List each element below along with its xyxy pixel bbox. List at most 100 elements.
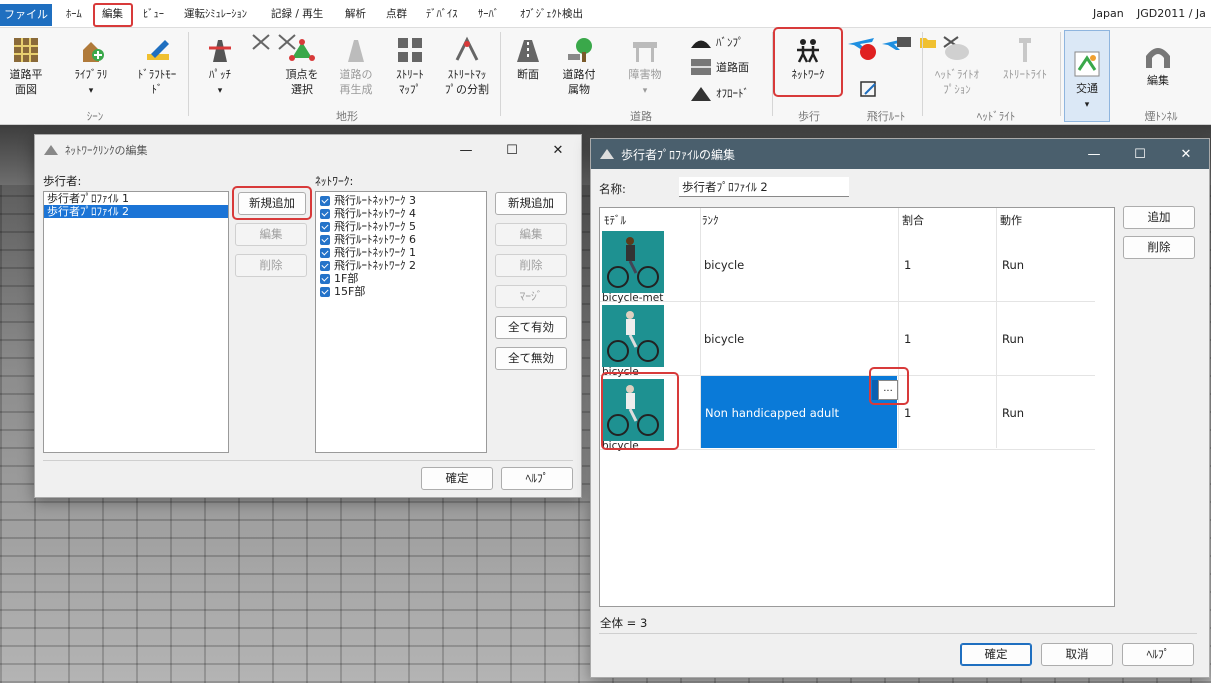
action-cell[interactable]: Run <box>1002 406 1024 420</box>
offroad-button[interactable]: ｵﾌﾛｰﾄﾞ <box>690 84 749 102</box>
network-checkbox-item[interactable]: 飛行ﾙｰﾄﾈｯﾄﾜｰｸ 4 <box>316 207 486 220</box>
checkbox-checked-icon[interactable] <box>320 273 330 284</box>
new-network-button[interactable]: 新規追加 <box>495 192 567 215</box>
road-regen-button[interactable]: 道路の 再生成 <box>334 36 378 97</box>
menu-drive-simulation[interactable]: 運転ｼﾐｭﾚｰｼｮﾝ <box>184 6 247 21</box>
menu-point-cloud[interactable]: 点群 <box>386 6 407 21</box>
menu-server[interactable]: ｻｰﾊﾞ <box>478 6 499 21</box>
road-plan-button[interactable]: 道路平 面図 <box>6 36 46 97</box>
delete-network-button[interactable]: 削除 <box>495 254 567 277</box>
traffic-dropdown-icon[interactable]: ▾ <box>1085 100 1090 110</box>
profile-model-table[interactable]: ﾓﾃﾞﾙ ﾗﾝｸ 割合 動作 bicycle-met bicycle 1 Run… <box>599 207 1115 607</box>
menu-object-detection[interactable]: ｵﾌﾞｼﾞｪｸﾄ検出 <box>520 6 583 21</box>
rank-cell[interactable]: bicycle <box>704 332 744 346</box>
rank-ellipsis-button[interactable]: ... <box>878 380 898 400</box>
edit-network-button[interactable]: 編集 <box>495 223 567 246</box>
checkbox-checked-icon[interactable] <box>320 286 330 297</box>
action-cell[interactable]: Run <box>1002 258 1024 272</box>
obstacle-button[interactable]: 障害物 ▾ <box>620 36 670 99</box>
merge-button[interactable]: ﾏｰｼﾞ <box>495 285 567 308</box>
network-button[interactable]: ﾈｯﾄﾜｰｸ <box>780 36 836 82</box>
flight-tool-icons[interactable] <box>894 34 959 54</box>
menu-device[interactable]: ﾃﾞﾊﾞｲｽ <box>426 6 458 21</box>
rank-cell[interactable]: Non handicapped adult <box>705 406 839 420</box>
draft-mode-button[interactable]: ﾄﾞﾗﾌﾄﾓｰ ﾄﾞ <box>130 36 184 97</box>
checkbox-checked-icon[interactable] <box>320 247 330 258</box>
new-pedestrian-button[interactable]: 新規追加 <box>238 192 306 215</box>
rank-cell[interactable]: bicycle <box>704 258 744 272</box>
network-checkbox-item[interactable]: 飛行ﾙｰﾄﾈｯﾄﾜｰｸ 2 <box>316 259 486 272</box>
headlight-option-button[interactable]: ﾍｯﾄﾞﾗｲﾄｵ ﾌﾟｼｮﾝ <box>928 36 986 97</box>
ratio-cell[interactable]: 1 <box>904 406 911 420</box>
menu-record-play[interactable]: 記録 / 再生 <box>271 6 323 21</box>
checkbox-checked-icon[interactable] <box>320 208 330 219</box>
bump-button[interactable]: ﾊﾞﾝﾌﾟ <box>690 34 744 50</box>
minimize-icon[interactable]: — <box>443 135 489 165</box>
network-checkbox-item[interactable]: 15F部 <box>316 285 486 298</box>
select-vertex-button[interactable]: 頂点を 選択 <box>280 36 324 97</box>
list-item[interactable]: 歩行者ﾌﾟﾛﾌｧｲﾙ 1 <box>44 192 228 205</box>
pedestrian-list[interactable]: 歩行者ﾌﾟﾛﾌｧｲﾙ 1 歩行者ﾌﾟﾛﾌｧｲﾙ 2 <box>43 191 229 453</box>
draft-mode-icon <box>147 40 169 60</box>
menu-view[interactable]: ﾋﾞｭｰ <box>143 6 164 21</box>
maximize-icon[interactable]: ☐ <box>489 135 535 165</box>
library-dropdown-icon[interactable]: ▾ <box>89 86 94 96</box>
table-row[interactable]: bicycle-met bicycle 1 Run <box>600 228 1095 304</box>
network-checkbox-item[interactable]: 飛行ﾙｰﾄﾈｯﾄﾜｰｸ 5 <box>316 220 486 233</box>
checkbox-checked-icon[interactable] <box>320 260 330 271</box>
checkbox-checked-icon[interactable] <box>320 234 330 245</box>
tunnel-edit-button[interactable]: 編集 <box>1136 42 1180 88</box>
traffic-button[interactable]: 交通 ▾ <box>1066 50 1108 113</box>
network-help-button[interactable]: ﾍﾙﾌﾟ <box>501 467 573 490</box>
street-map-button[interactable]: ｽﾄﾘｰﾄ ﾏｯﾌﾟ <box>388 36 432 97</box>
ratio-cell[interactable]: 1 <box>904 332 911 346</box>
street-light-button[interactable]: ｽﾄﾘｰﾄﾗｲﾄ <box>994 36 1056 82</box>
checkbox-checked-icon[interactable] <box>320 195 330 206</box>
table-row[interactable]: bicycle bicycle 1 Run <box>600 302 1095 378</box>
cross-section-button[interactable]: 断面 <box>508 36 548 82</box>
patch-button[interactable]: ﾊﾟｯﾁ ▾ <box>200 36 240 99</box>
obstacle-dropdown-icon[interactable]: ▾ <box>643 86 648 96</box>
road-surface-button[interactable]: 道路面 <box>690 58 749 76</box>
profile-cancel-button[interactable]: 取消 <box>1041 643 1113 666</box>
library-button[interactable]: ﾗｲﾌﾞﾗﾘ ▾ <box>68 36 114 99</box>
edit-pedestrian-button[interactable]: 編集 <box>235 223 307 246</box>
group-walk-label: 歩行 <box>798 110 820 123</box>
network-checkbox-item[interactable]: 飛行ﾙｰﾄﾈｯﾄﾜｰｸ 1 <box>316 246 486 259</box>
table-row-selected[interactable]: bicycle Non handicapped adult ... 1 Run <box>600 376 1095 452</box>
add-model-button[interactable]: 追加 <box>1123 206 1195 229</box>
vertex-tool-icon[interactable] <box>250 32 296 56</box>
menu-home[interactable]: ﾎｰﾑ <box>66 6 82 21</box>
checkbox-checked-icon[interactable] <box>320 221 330 232</box>
menu-analysis[interactable]: 解析 <box>345 6 366 21</box>
record-icon[interactable] <box>856 42 880 66</box>
network-checklist[interactable]: 飛行ﾙｰﾄﾈｯﾄﾜｰｸ 3 飛行ﾙｰﾄﾈｯﾄﾜｰｸ 4 飛行ﾙｰﾄﾈｯﾄﾜｰｸ … <box>315 191 487 453</box>
enable-all-button[interactable]: 全て有効 <box>495 316 567 339</box>
close-icon[interactable]: ✕ <box>1163 139 1209 169</box>
list-item-selected[interactable]: 歩行者ﾌﾟﾛﾌｧｲﾙ 2 <box>44 205 228 218</box>
network-checkbox-item[interactable]: 飛行ﾙｰﾄﾈｯﾄﾜｰｸ 3 <box>316 194 486 207</box>
disable-all-button[interactable]: 全て無効 <box>495 347 567 370</box>
column-header-action[interactable]: 動作 <box>1000 212 1022 228</box>
column-header-rank[interactable]: ﾗﾝｸ <box>702 212 719 228</box>
profile-ok-button[interactable]: 確定 <box>960 643 1032 666</box>
road-attachment-button[interactable]: 道路付 属物 <box>556 36 602 97</box>
column-header-model[interactable]: ﾓﾃﾞﾙ <box>604 212 626 228</box>
menu-file[interactable]: ファイル <box>0 4 52 26</box>
delete-model-button[interactable]: 削除 <box>1123 236 1195 259</box>
profile-name-input[interactable]: 歩行者ﾌﾟﾛﾌｧｲﾙ 2 <box>679 177 849 197</box>
network-ok-button[interactable]: 確定 <box>421 467 493 490</box>
network-checkbox-item[interactable]: 1F部 <box>316 272 486 285</box>
delete-pedestrian-button[interactable]: 削除 <box>235 254 307 277</box>
close-icon[interactable]: ✕ <box>535 135 581 165</box>
minimize-icon[interactable]: — <box>1071 139 1117 169</box>
action-cell[interactable]: Run <box>1002 332 1024 346</box>
maximize-icon[interactable]: ☐ <box>1117 139 1163 169</box>
flight-edit-icon[interactable] <box>858 80 880 102</box>
profile-help-button[interactable]: ﾍﾙﾌﾟ <box>1122 643 1194 666</box>
street-map-split-button[interactable]: ｽﾄﾘｰﾄﾏｯ ﾌﾟの分割 <box>440 36 494 97</box>
network-checkbox-item[interactable]: 飛行ﾙｰﾄﾈｯﾄﾜｰｸ 6 <box>316 233 486 246</box>
ratio-cell[interactable]: 1 <box>904 258 911 272</box>
patch-dropdown-icon[interactable]: ▾ <box>218 86 223 96</box>
column-header-ratio[interactable]: 割合 <box>902 212 924 228</box>
